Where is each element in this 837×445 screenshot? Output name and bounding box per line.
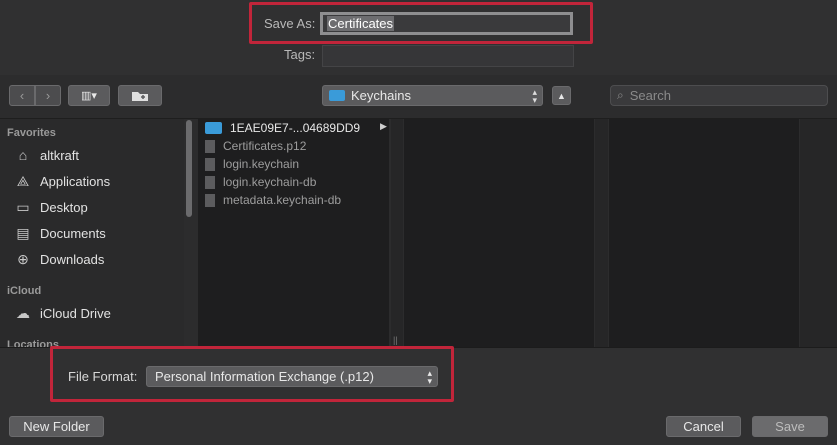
file-format-label: File Format: [68, 369, 138, 384]
new-folder-button[interactable]: New Folder [9, 416, 104, 437]
documents-icon: ▤ [16, 224, 30, 241]
file-name: metadata.keychain-db [223, 193, 342, 207]
applications-icon: ⟁ [16, 172, 30, 189]
document-icon [205, 157, 215, 171]
folder-icon [329, 90, 345, 101]
file-row[interactable]: Certificates.p12 [205, 137, 306, 155]
sidebar-item-altkraft[interactable]: ⌂ altkraft [14, 145, 79, 165]
sidebar-item-label: Documents [40, 225, 106, 241]
column-resize-icon[interactable]: || [393, 335, 398, 345]
columns-view-icon: ▥▾ [81, 90, 97, 102]
favorites-heading: Favorites [7, 127, 56, 139]
sidebar-item-documents[interactable]: ▤ Documents [14, 223, 106, 243]
file-row[interactable]: login.keychain-db [205, 173, 316, 191]
file-format-value: Personal Information Exchange (.p12) [155, 369, 374, 384]
icloud-heading: iCloud [7, 285, 42, 297]
new-folder-toolbar-button[interactable] [118, 85, 162, 106]
file-row[interactable]: login.keychain [205, 155, 299, 173]
file-name: 1EAE09E7-...04689DD9 [230, 121, 361, 135]
file-column-2 [404, 119, 594, 347]
file-name: Certificates.p12 [223, 139, 307, 153]
search-icon: ⌕ [617, 88, 624, 102]
expand-collapse-button[interactable]: ▲ [552, 86, 571, 105]
file-format-popup[interactable]: Personal Information Exchange (.p12) ▴ ▾ [146, 366, 438, 387]
sidebar-item-icloud-drive[interactable]: ☁ iCloud Drive [14, 303, 111, 323]
forward-button[interactable]: › [35, 85, 61, 106]
folder-icon [205, 122, 222, 134]
column-divider-1[interactable] [391, 119, 403, 347]
view-mode-button[interactable]: ▥▾ [68, 85, 110, 106]
sidebar-item-downloads[interactable]: ⊕ Downloads [14, 249, 104, 269]
new-folder-label: New Folder [23, 419, 90, 434]
cloud-icon: ☁ [16, 304, 30, 321]
filename-text: Certificates [327, 16, 395, 31]
file-name: login.keychain-db [223, 175, 317, 189]
sidebar-item-label: iCloud Drive [40, 305, 111, 321]
chevron-up-icon: ▲ [557, 90, 566, 101]
updown-chevron-icon: ▴ ▾ [427, 367, 432, 386]
file-column-3 [609, 119, 799, 347]
downloads-icon: ⊕ [17, 250, 29, 267]
sidebar-item-applications[interactable]: ⟁ Applications [14, 171, 110, 191]
column-divider-2[interactable] [595, 119, 608, 347]
save-label: Save [775, 419, 805, 434]
back-button[interactable]: ‹ [9, 85, 35, 106]
chevron-left-icon: ‹ [19, 88, 25, 103]
home-icon: ⌂ [18, 147, 28, 163]
cancel-button[interactable]: Cancel [666, 416, 741, 437]
save-button[interactable]: Save [752, 416, 828, 437]
cancel-label: Cancel [683, 419, 724, 434]
tags-label: Tags: [284, 47, 316, 62]
new-folder-icon [132, 91, 148, 101]
document-icon [205, 175, 215, 189]
search-field[interactable]: ⌕ Search [610, 85, 828, 106]
save-as-label: Save As: [264, 16, 316, 31]
tags-input[interactable] [322, 45, 574, 67]
chevron-right-icon: › [45, 88, 51, 103]
location-popup[interactable]: Keychains ▴ ▾ [322, 85, 543, 106]
document-icon [205, 139, 215, 153]
file-name: login.keychain [223, 157, 300, 171]
sidebar-item-label: Desktop [40, 199, 88, 215]
updown-chevron-icon: ▴ ▾ [532, 86, 537, 105]
sidebar-scrollbar[interactable] [186, 120, 192, 217]
sidebar-item-label: Applications [40, 173, 111, 189]
location-label: Keychains [351, 88, 411, 103]
disclosure-arrow-icon: ▶ [380, 121, 387, 131]
sidebar-item-desktop[interactable]: ▭ Desktop [14, 197, 88, 217]
document-icon [205, 193, 215, 207]
search-placeholder: Search [629, 88, 671, 103]
file-row[interactable]: 1EAE09E7-...04689DD9 [205, 119, 360, 137]
file-row[interactable]: metadata.keychain-db [205, 191, 341, 209]
desktop-icon: ▭ [16, 198, 30, 215]
save-as-input[interactable]: Certificates [320, 12, 573, 35]
column-divider-3[interactable] [800, 119, 837, 347]
sidebar-item-label: altkraft [40, 147, 80, 163]
sidebar-item-label: Downloads [40, 251, 105, 267]
